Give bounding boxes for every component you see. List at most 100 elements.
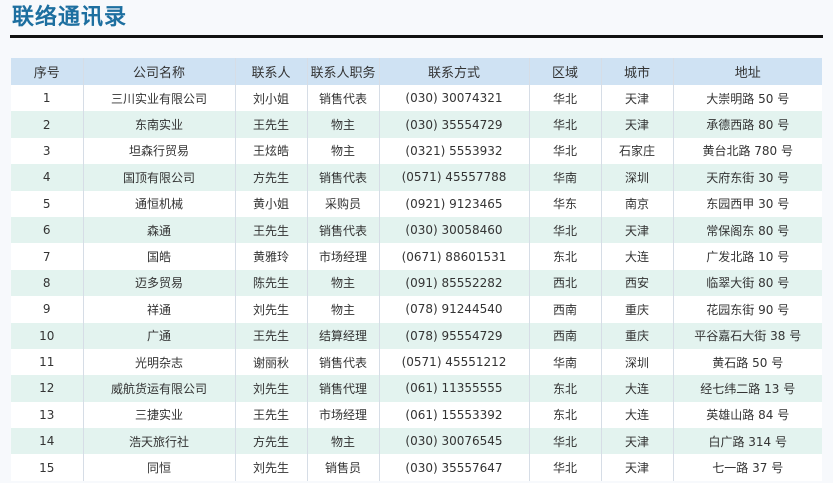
- cell-index: 7: [11, 243, 84, 270]
- cell-phone: (030) 35554729: [379, 111, 530, 138]
- cell-contact: 方先生: [235, 164, 308, 191]
- cell-phone: (030) 30076545: [379, 428, 530, 455]
- cell-phone: (0571) 45557788: [379, 164, 530, 191]
- cell-contact-title: 物主: [307, 137, 380, 165]
- cell-address: 大崇明路 50 号: [673, 85, 822, 112]
- cell-region: 东北: [529, 401, 602, 429]
- cell-contact-title: 销售代表: [307, 348, 380, 376]
- cell-city: 天津: [601, 428, 674, 455]
- cell-phone: (0321) 5553932: [379, 137, 530, 165]
- cell-phone: (0921) 9123465: [379, 190, 530, 217]
- cell-phone: (091) 85552282: [379, 269, 530, 297]
- cell-index: 3: [11, 137, 84, 165]
- cell-region: 华南: [529, 348, 602, 376]
- cell-city: 西安: [601, 269, 674, 297]
- cell-contact: 谢丽秋: [235, 348, 308, 376]
- cell-region: 华北: [529, 137, 602, 165]
- cell-phone: (030) 30058460: [379, 216, 530, 244]
- cell-address: 经七纬二路 13 号: [673, 375, 822, 402]
- cell-city: 深圳: [601, 164, 674, 191]
- header-address[interactable]: 地址: [673, 58, 822, 85]
- cell-phone: (078) 91244540: [379, 296, 530, 323]
- cell-index: 12: [11, 375, 84, 402]
- cell-contact-title: 物主: [307, 296, 380, 323]
- cell-region: 华北: [529, 111, 602, 138]
- table-row[interactable]: 8 迈多贸易 陈先生 物主 (091) 85552282 西北 西安 临翠大街 80 号: [11, 269, 822, 297]
- cell-address: 广发北路 10 号: [673, 243, 822, 270]
- cell-address: 天府东街 30 号: [673, 164, 822, 191]
- cell-city: 南京: [601, 190, 674, 217]
- cell-address: 黄台北路 780 号: [673, 137, 822, 165]
- cell-city: 重庆: [601, 296, 674, 323]
- cell-index: 5: [11, 190, 84, 217]
- cell-contact-title: 物主: [307, 428, 380, 455]
- header-index[interactable]: 序号: [11, 58, 84, 85]
- cell-contact: 刘小姐: [235, 85, 308, 112]
- table-row[interactable]: 6 森通 王先生 销售代表 (030) 30058460 华北 天津 常保阁东 80 号: [11, 216, 822, 244]
- cell-index: 11: [11, 348, 84, 376]
- cell-index: 4: [11, 164, 84, 191]
- header-company[interactable]: 公司名称: [83, 58, 236, 85]
- cell-contact: 黄雅玲: [235, 243, 308, 270]
- table-row[interactable]: 7 国皓 黄雅玲 市场经理 (0671) 88601531 东北 大连 广发北路 10 号: [11, 243, 822, 270]
- table-row[interactable]: 9 祥通 刘先生 物主 (078) 91244540 西南 重庆 花园东街 90 号: [11, 296, 822, 323]
- cell-contact: 方先生: [235, 428, 308, 455]
- cell-index: 9: [11, 296, 84, 323]
- table-row[interactable]: 4 国顶有限公司 方先生 销售代表 (0571) 45557788 华南 深圳 天府东街 30…: [11, 164, 822, 191]
- table-row[interactable]: 15 同恒 刘先生 销售员 (030) 35557647 华北 天津 七一路 37 号: [11, 454, 822, 481]
- cell-contact: 刘先生: [235, 454, 308, 481]
- header-contact[interactable]: 联系人: [235, 58, 308, 85]
- title-divider: [10, 35, 823, 38]
- cell-phone: (061) 15553392: [379, 401, 530, 429]
- header-phone[interactable]: 联系方式: [379, 58, 530, 85]
- cell-company: 国皓: [83, 243, 236, 270]
- table-row[interactable]: 13 三捷实业 王先生 市场经理 (061) 15553392 东北 大连 英雄山路 84 号: [11, 401, 822, 429]
- cell-address: 临翠大街 80 号: [673, 269, 822, 297]
- table-row[interactable]: 14 浩天旅行社 方先生 物主 (030) 30076545 华北 天津 白广路 314 号: [11, 428, 822, 455]
- table-row[interactable]: 5 通恒机械 黄小姐 采购员 (0921) 9123465 华东 南京 东园西甲 30 号: [11, 190, 822, 217]
- cell-region: 华南: [529, 164, 602, 191]
- cell-contact: 王先生: [235, 216, 308, 244]
- cell-contact-title: 采购员: [307, 190, 380, 217]
- cell-company: 广通: [83, 322, 236, 349]
- contact-list-page: 联络通讯录 序号 公司名称 联系人 联系人职务 联系方式 区域 城市 地址 1 …: [0, 0, 833, 483]
- cell-contact: 王先生: [235, 111, 308, 138]
- cell-address: 东园西甲 30 号: [673, 190, 822, 217]
- cell-company: 威航货运有限公司: [83, 375, 236, 402]
- table-row[interactable]: 10 广通 王先生 结算经理 (078) 95554729 西南 重庆 平谷嘉石大街 38 号: [11, 322, 822, 349]
- cell-phone: (078) 95554729: [379, 322, 530, 349]
- cell-phone: (0671) 88601531: [379, 243, 530, 270]
- cell-city: 大连: [601, 375, 674, 402]
- cell-index: 10: [11, 322, 84, 349]
- cell-company: 坦森行贸易: [83, 137, 236, 165]
- table-row[interactable]: 1 三川实业有限公司 刘小姐 销售代表 (030) 30074321 华北 天津 大崇明路 5…: [11, 85, 822, 112]
- cell-address: 承德西路 80 号: [673, 111, 822, 138]
- cell-address: 英雄山路 84 号: [673, 401, 822, 429]
- cell-company: 三川实业有限公司: [83, 85, 236, 112]
- cell-phone: (0571) 45551212: [379, 348, 530, 376]
- cell-company: 森通: [83, 216, 236, 244]
- table-row[interactable]: 2 东南实业 王先生 物主 (030) 35554729 华北 天津 承德西路 80 号: [11, 111, 822, 138]
- cell-contact-title: 物主: [307, 111, 380, 138]
- cell-contact: 王先生: [235, 401, 308, 429]
- cell-company: 通恒机械: [83, 190, 236, 217]
- cell-region: 东北: [529, 243, 602, 270]
- cell-city: 天津: [601, 111, 674, 138]
- header-city[interactable]: 城市: [601, 58, 674, 85]
- cell-city: 深圳: [601, 348, 674, 376]
- table-row[interactable]: 12 威航货运有限公司 刘先生 销售代理 (061) 11355555 东北 大连 经七纬二路…: [11, 375, 822, 402]
- cell-contact: 刘先生: [235, 296, 308, 323]
- cell-contact-title: 市场经理: [307, 401, 380, 429]
- cell-contact-title: 结算经理: [307, 322, 380, 349]
- cell-index: 6: [11, 216, 84, 244]
- cell-contact: 陈先生: [235, 269, 308, 297]
- table-row[interactable]: 11 光明杂志 谢丽秋 销售代表 (0571) 45551212 华南 深圳 黄石路 50 号: [11, 348, 822, 376]
- table-row[interactable]: 3 坦森行贸易 王炫皓 物主 (0321) 5553932 华北 石家庄 黄台北路 780 号: [11, 137, 822, 165]
- cell-index: 1: [11, 85, 84, 112]
- cell-index: 13: [11, 401, 84, 429]
- cell-contact: 王炫皓: [235, 137, 308, 165]
- cell-company: 祥通: [83, 296, 236, 323]
- header-region[interactable]: 区域: [529, 58, 602, 85]
- cell-region: 西北: [529, 269, 602, 297]
- header-contact-title[interactable]: 联系人职务: [307, 58, 380, 85]
